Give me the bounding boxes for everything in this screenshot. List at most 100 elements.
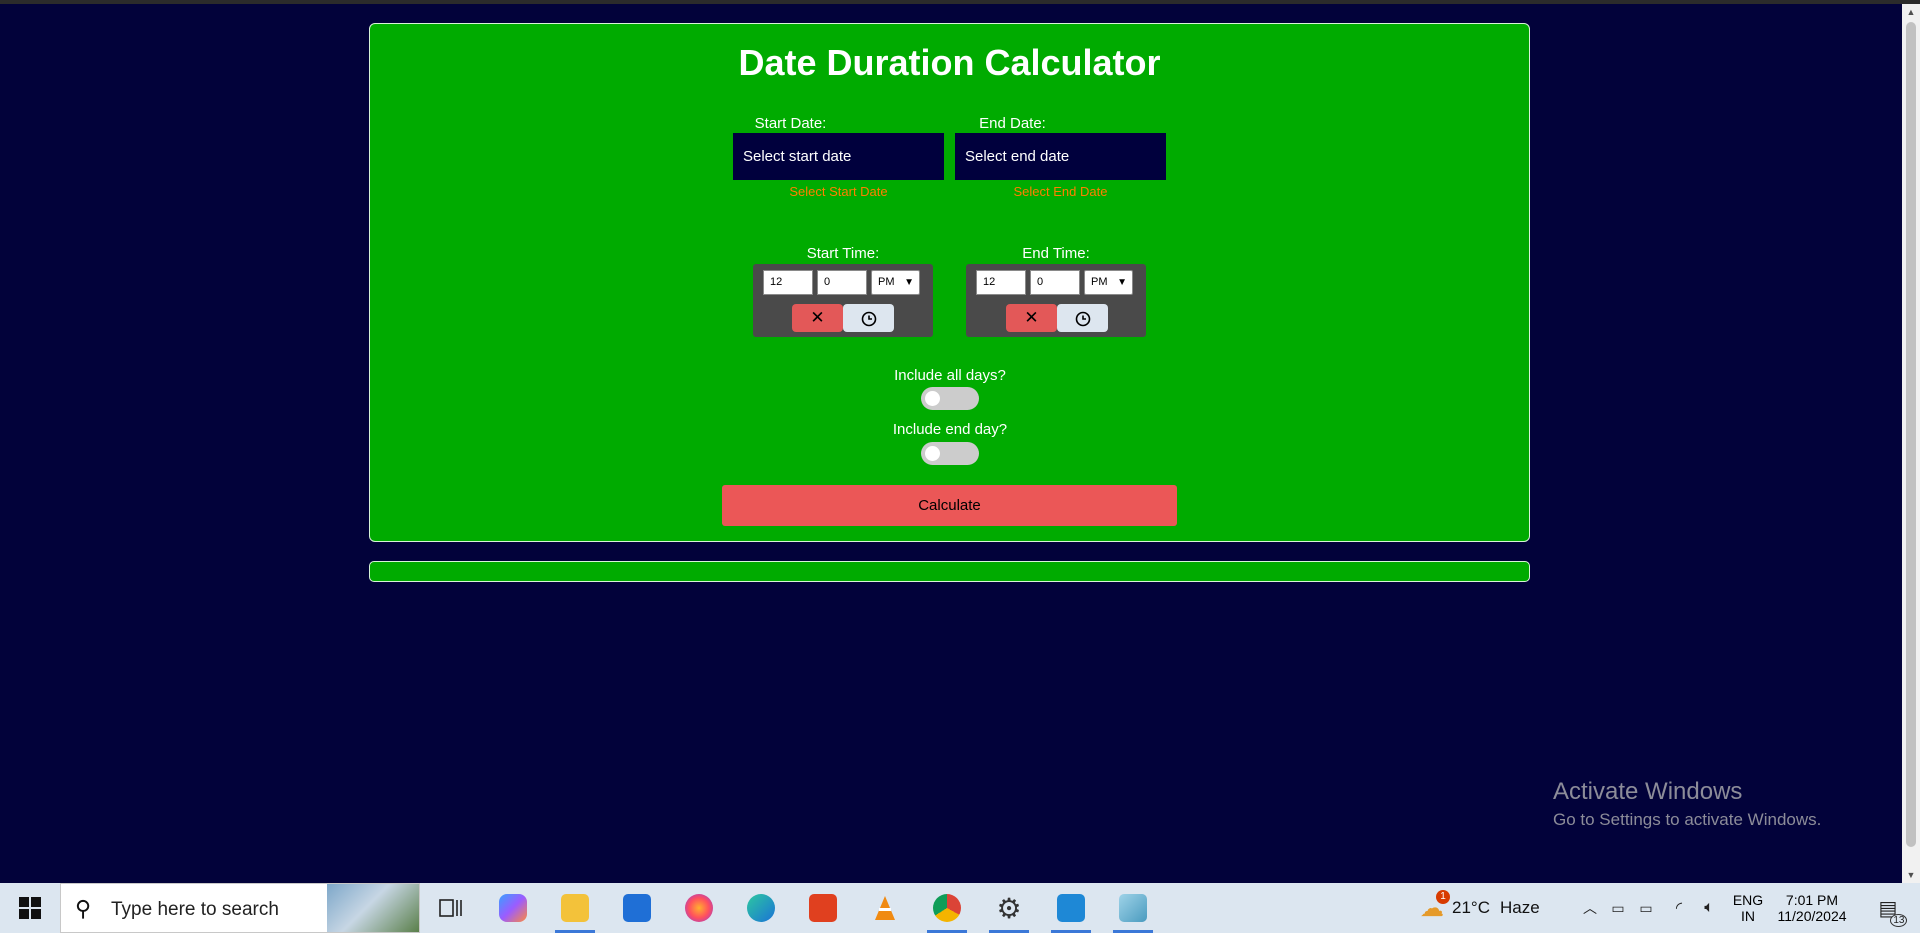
start-ampm-select[interactable]: PM ▼	[871, 270, 920, 295]
include-all-days-label: Include all days?	[894, 367, 1006, 384]
include-end-day-toggle[interactable]	[921, 442, 979, 465]
copilot-icon	[499, 894, 527, 922]
chevron-down-icon: ▼	[904, 277, 914, 288]
notification-center-button[interactable]: ▤ 13	[1868, 883, 1908, 933]
search-icon: ⚲	[75, 896, 92, 921]
taskbar-app-vlc[interactable]	[860, 883, 910, 933]
close-icon: ✕	[1024, 308, 1039, 327]
chevron-down-icon: ▼	[1117, 277, 1127, 288]
end-time-clear-button[interactable]: ✕	[1006, 304, 1057, 332]
start-date-label: Start Date:	[754, 115, 827, 132]
clock-icon	[861, 311, 876, 326]
watermark-subtitle: Go to Settings to activate Windows.	[1553, 810, 1822, 829]
meet-now-tray-icon[interactable]: ▭	[1606, 883, 1630, 933]
end-time-picker: 12 0 PM ▼ ✕	[966, 264, 1146, 337]
end-date-input[interactable]: Select end date	[955, 133, 1166, 180]
end-date-label: End Date:	[979, 115, 1046, 132]
taskbar-app-mail[interactable]	[612, 883, 662, 933]
windows-logo-icon	[19, 897, 41, 919]
scroll-up-icon[interactable]: ▲	[1902, 4, 1920, 20]
gear-icon: ⚙	[996, 892, 1022, 924]
search-placeholder: Type here to search	[111, 899, 279, 920]
task-view-icon	[439, 899, 462, 917]
eraser-icon	[1119, 894, 1147, 922]
clock-time: 7:01 PM	[1785, 892, 1839, 908]
calculate-button[interactable]: Calculate	[722, 485, 1177, 526]
clock-date: 11/20/2024	[1777, 908, 1847, 924]
toggle-knob	[925, 446, 940, 461]
weather-widget[interactable]: ☁ 1 21°C Haze	[1420, 883, 1570, 933]
taskbar-search-box[interactable]: ⚲ Type here to search	[60, 883, 420, 933]
activate-windows-watermark: Activate Windows Go to Settings to activ…	[1553, 778, 1821, 830]
chrome-icon	[933, 894, 961, 922]
taskbar: ⚲ Type here to search ⚙ ☁ 1 21°C Haze ︿ …	[0, 883, 1920, 933]
scroll-thumb[interactable]	[1906, 22, 1916, 847]
network-tray-icon[interactable]: ◜	[1667, 883, 1691, 933]
show-hidden-icons-button[interactable]: ︿	[1578, 883, 1602, 933]
language-indicator[interactable]: ENG IN	[1726, 883, 1770, 933]
page-title: Date Duration Calculator	[738, 42, 1161, 83]
weather-condition: Haze	[1499, 898, 1540, 917]
meet-icon: ▭	[1611, 899, 1625, 916]
scroll-down-icon[interactable]: ▼	[1902, 867, 1920, 883]
speaker-icon: 🔈︎	[1704, 899, 1714, 916]
vscode-icon	[1057, 894, 1085, 922]
weather-badge: 1	[1436, 889, 1450, 904]
clock-icon	[1075, 311, 1090, 326]
watermark-title: Activate Windows	[1553, 778, 1743, 805]
end-date-hint: Select End Date	[1013, 184, 1108, 199]
taskbar-app-office[interactable]	[798, 883, 848, 933]
end-ampm-select[interactable]: PM ▼	[1084, 270, 1133, 295]
start-hour-input[interactable]: 12	[763, 270, 813, 295]
taskbar-app-file-explorer[interactable]	[550, 883, 600, 933]
language-region: IN	[1741, 908, 1755, 924]
close-icon: ✕	[810, 308, 825, 327]
page-scrollbar[interactable]: ▲ ▼	[1902, 4, 1920, 883]
vlc-cone-icon	[875, 896, 895, 920]
include-all-days-toggle[interactable]	[921, 387, 979, 410]
edge-icon	[747, 894, 775, 922]
end-time-clock-button[interactable]	[1057, 304, 1108, 332]
taskbar-app-chrome[interactable]	[922, 883, 972, 933]
end-ampm-value: PM	[1091, 276, 1108, 288]
clock[interactable]: 7:01 PM 11/20/2024	[1776, 883, 1848, 933]
task-view-button[interactable]	[426, 883, 476, 933]
chevron-up-icon: ︿	[1583, 900, 1597, 916]
window-top-edge	[0, 0, 1920, 4]
folder-icon	[561, 894, 589, 922]
battery-icon: ▭	[1639, 899, 1653, 916]
start-minute-input[interactable]: 0	[817, 270, 867, 295]
end-hour-input[interactable]: 12	[976, 270, 1026, 295]
battery-tray-icon[interactable]: ▭	[1634, 883, 1658, 933]
volume-tray-icon[interactable]: 🔈︎	[1697, 883, 1721, 933]
start-button[interactable]	[0, 883, 60, 933]
notification-icon: ▤ 13	[1879, 896, 1908, 927]
include-end-day-label: Include end day?	[892, 421, 1008, 438]
language-code: ENG	[1732, 892, 1764, 908]
taskbar-app-copilot[interactable]	[488, 883, 538, 933]
weather-haze-icon: ☁ 1	[1420, 889, 1450, 923]
firefox-icon	[685, 894, 713, 922]
end-time-label: End Time:	[1022, 245, 1090, 262]
start-date-hint: Select Start Date	[789, 184, 888, 199]
start-time-clock-button[interactable]	[843, 304, 894, 332]
end-minute-input[interactable]: 0	[1030, 270, 1080, 295]
taskbar-app-eraser[interactable]	[1108, 883, 1158, 933]
start-date-input[interactable]: Select start date	[733, 133, 944, 180]
wifi-icon: ◜	[1675, 900, 1683, 917]
office-icon	[809, 894, 837, 922]
search-highlight-image	[327, 884, 419, 932]
weather-temp: 21°C	[1452, 898, 1490, 917]
taskbar-app-settings[interactable]: ⚙	[984, 883, 1034, 933]
start-time-label: Start Time:	[806, 245, 880, 262]
start-time-clear-button[interactable]: ✕	[792, 304, 843, 332]
start-time-picker: 12 0 PM ▼ ✕	[753, 264, 933, 337]
start-ampm-value: PM	[878, 276, 895, 288]
calculator-card: Date Duration Calculator Start Date: Sel…	[369, 23, 1530, 542]
mail-icon	[623, 894, 651, 922]
result-panel	[369, 561, 1530, 582]
taskbar-app-firefox[interactable]	[674, 883, 724, 933]
toggle-knob	[925, 391, 940, 406]
taskbar-app-edge[interactable]	[736, 883, 786, 933]
taskbar-app-vscode[interactable]	[1046, 883, 1096, 933]
